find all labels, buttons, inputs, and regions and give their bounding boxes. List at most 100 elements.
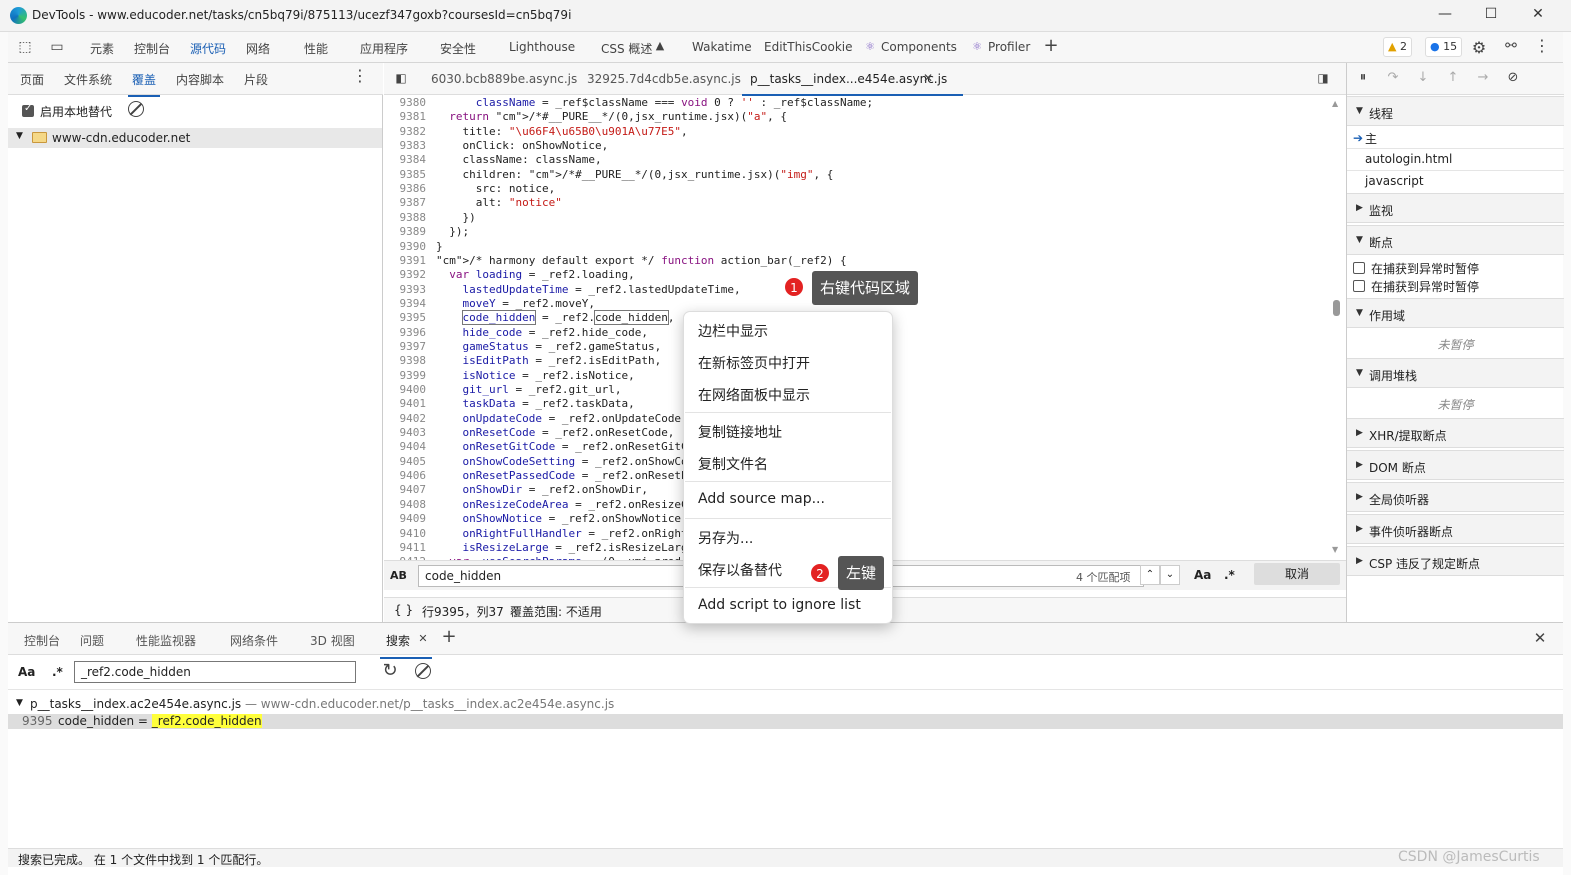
tab-console[interactable]: 控制台	[134, 40, 170, 57]
section-breakpoints[interactable]: ▼ 断点	[1347, 225, 1564, 255]
clear-overrides-icon[interactable]	[128, 101, 144, 117]
navigator-more-icon[interactable]: ⋮	[352, 66, 368, 85]
drawer-tab-network-conditions[interactable]: 网络条件	[230, 632, 278, 649]
match-case-button[interactable]: Aa	[1194, 568, 1211, 582]
drawer-tab-console[interactable]: 控制台	[24, 632, 60, 649]
section-global-listeners[interactable]: ▶ 全局侦听器	[1347, 482, 1564, 512]
replace-toggle-icon[interactable]: AB	[390, 569, 407, 582]
deactivate-breakpoints-icon[interactable]: ⊘	[1505, 70, 1521, 85]
toggle-debugger-icon[interactable]: ◨	[1314, 71, 1332, 85]
expand-triangle-icon[interactable]: ▼	[16, 131, 23, 141]
menu-add-to-ignore-list[interactable]: Add script to ignore list	[698, 597, 861, 613]
menu-add-source-map[interactable]: Add source map...	[698, 491, 825, 507]
step-over-icon[interactable]: ↷	[1385, 70, 1401, 85]
tab-elements[interactable]: 元素	[90, 40, 114, 57]
search-result-file[interactable]: p__tasks__index.ac2e454e.async.js — www-…	[30, 697, 614, 711]
section-scope[interactable]: ▼ 作用域	[1347, 298, 1564, 328]
section-threads[interactable]: ▼ 线程	[1347, 96, 1564, 126]
code-line: moveY = _ref2.moveY,	[462, 296, 595, 310]
previous-match-button[interactable]: ⌃	[1140, 565, 1160, 585]
minimize-button[interactable]: —	[1432, 6, 1458, 22]
tab-application[interactable]: 应用程序	[360, 40, 408, 57]
warnings-badge[interactable]: ▲ 2	[1383, 37, 1412, 57]
thread-javascript[interactable]: javascript	[1365, 174, 1424, 188]
file-tab-6030[interactable]: 6030.bcb889be.async.js	[431, 72, 577, 86]
global-search-input[interactable]: _ref2.code_hidden	[74, 661, 356, 683]
clear-search-icon[interactable]	[415, 663, 431, 679]
search-result-row[interactable]: 9395 code_hidden = _ref2.code_hidden	[8, 714, 1563, 729]
issues-badge[interactable]: ● 15	[1425, 37, 1463, 57]
section-event-listener-breakpoints[interactable]: ▶ 事件侦听器断点	[1347, 514, 1564, 544]
thread-main[interactable]: 主	[1365, 130, 1377, 147]
section-csp-breakpoints[interactable]: ▶ CSP 违反了规定断点	[1347, 546, 1564, 576]
drawer-tab-3d-view[interactable]: 3D 视图	[310, 632, 355, 649]
tree-item-domain[interactable]: ▼ www-cdn.educoder.net	[8, 128, 382, 148]
drawer-tab-issues[interactable]: 问题	[80, 632, 104, 649]
more-tabs-plus-icon[interactable]: +	[1042, 35, 1060, 56]
device-toolbar-icon[interactable]: ▭	[48, 39, 66, 55]
thread-autologin[interactable]: autologin.html	[1365, 152, 1452, 166]
add-drawer-tab-icon[interactable]: +	[440, 626, 458, 647]
more-options-icon[interactable]: ⋮	[1534, 36, 1550, 55]
tab-sources[interactable]: 源代码	[187, 40, 229, 66]
close-window-button[interactable]: ✕	[1525, 6, 1551, 22]
menu-save-as[interactable]: 另存为...	[698, 528, 753, 548]
tab-snippets[interactable]: 片段	[244, 71, 268, 88]
tab-page[interactable]: 页面	[20, 71, 44, 88]
line-number: 9393	[399, 282, 427, 296]
tab-content-scripts[interactable]: 内容脚本	[176, 71, 224, 88]
result-expand-icon[interactable]: ▼	[16, 698, 23, 708]
scroll-down-icon[interactable]: ▼	[1332, 545, 1338, 554]
tab-css-overview[interactable]: CSS 概述	[601, 40, 652, 57]
tab-overrides[interactable]: 覆盖	[127, 71, 161, 97]
file-tab-p-tasks[interactable]: p__tasks__index...e454e.async.js	[741, 72, 964, 96]
tab-performance[interactable]: 性能	[304, 40, 328, 57]
tab-lighthouse[interactable]: Lighthouse	[509, 40, 575, 54]
scroll-up-icon[interactable]: ▲	[1332, 99, 1338, 108]
step-icon[interactable]: →	[1475, 70, 1491, 85]
section-call-stack[interactable]: ▼ 调用堆栈	[1347, 358, 1564, 388]
tab-editthiscookie[interactable]: EditThisCookie	[764, 40, 853, 54]
maximize-button[interactable]: ☐	[1478, 6, 1504, 22]
pause-caught-checkbox[interactable]	[1353, 280, 1365, 292]
pause-uncaught-checkbox[interactable]	[1353, 262, 1365, 274]
step-into-icon[interactable]: ↓	[1415, 70, 1431, 85]
menu-copy-link-address[interactable]: 复制链接地址	[698, 422, 782, 442]
menu-save-for-overrides[interactable]: 保存以备替代	[698, 560, 782, 580]
settings-gear-icon[interactable]: ⚙	[1470, 38, 1488, 57]
drawer-tab-performance-monitor[interactable]: 性能监视器	[136, 632, 196, 649]
menu-open-in-new-tab[interactable]: 在新标签页中打开	[698, 353, 810, 373]
next-match-button[interactable]: ⌄	[1160, 565, 1180, 585]
search-match-case-button[interactable]: Aa	[18, 665, 35, 679]
tab-wakatime[interactable]: Wakatime	[692, 40, 752, 54]
tab-filesystem[interactable]: 文件系统	[64, 71, 112, 88]
section-dom-breakpoints[interactable]: ▶ DOM 断点	[1347, 450, 1564, 480]
toggle-navigator-icon[interactable]: ◧	[392, 71, 410, 85]
customize-icon[interactable]: ⚯	[1502, 38, 1520, 54]
pause-icon[interactable]: ⏸	[1355, 70, 1371, 85]
tab-profiler[interactable]: Profiler	[988, 40, 1030, 54]
refresh-search-icon[interactable]: ↻	[380, 660, 400, 681]
section-xhr-breakpoints[interactable]: ▶ XHR/提取断点	[1347, 418, 1564, 448]
drawer-tab-search[interactable]: 搜索	[379, 632, 433, 659]
cancel-button[interactable]: 取消	[1254, 563, 1340, 585]
scroll-thumb[interactable]	[1333, 300, 1340, 316]
enable-override-checkbox[interactable]	[22, 103, 34, 117]
tab-security[interactable]: 安全性	[440, 40, 476, 57]
file-tab-32925[interactable]: 32925.7d4cdb5e.async.js	[587, 72, 741, 86]
section-watch[interactable]: ▶ 监视	[1347, 193, 1564, 223]
close-tab-icon[interactable]: ✕	[921, 71, 935, 85]
tab-components[interactable]: Components	[881, 40, 957, 54]
regex-button[interactable]: .*	[1224, 568, 1235, 582]
tab-network[interactable]: 网络	[246, 40, 270, 57]
close-drawer-icon[interactable]: ✕	[1532, 629, 1548, 647]
pretty-print-button[interactable]: { }	[394, 603, 413, 617]
step-out-icon[interactable]: ↑	[1445, 70, 1461, 85]
menu-reveal-in-network[interactable]: 在网络面板中显示	[698, 385, 810, 405]
inspect-element-icon[interactable]: ⬚	[16, 39, 34, 55]
menu-reveal-in-sidebar[interactable]: 边栏中显示	[698, 321, 768, 341]
menu-copy-file-name[interactable]: 复制文件名	[698, 454, 768, 474]
close-search-tab-icon[interactable]: ✕	[417, 632, 429, 645]
editor-scrollbar[interactable]: ▲ ▼	[1332, 99, 1340, 615]
search-regex-button[interactable]: .*	[52, 665, 63, 679]
